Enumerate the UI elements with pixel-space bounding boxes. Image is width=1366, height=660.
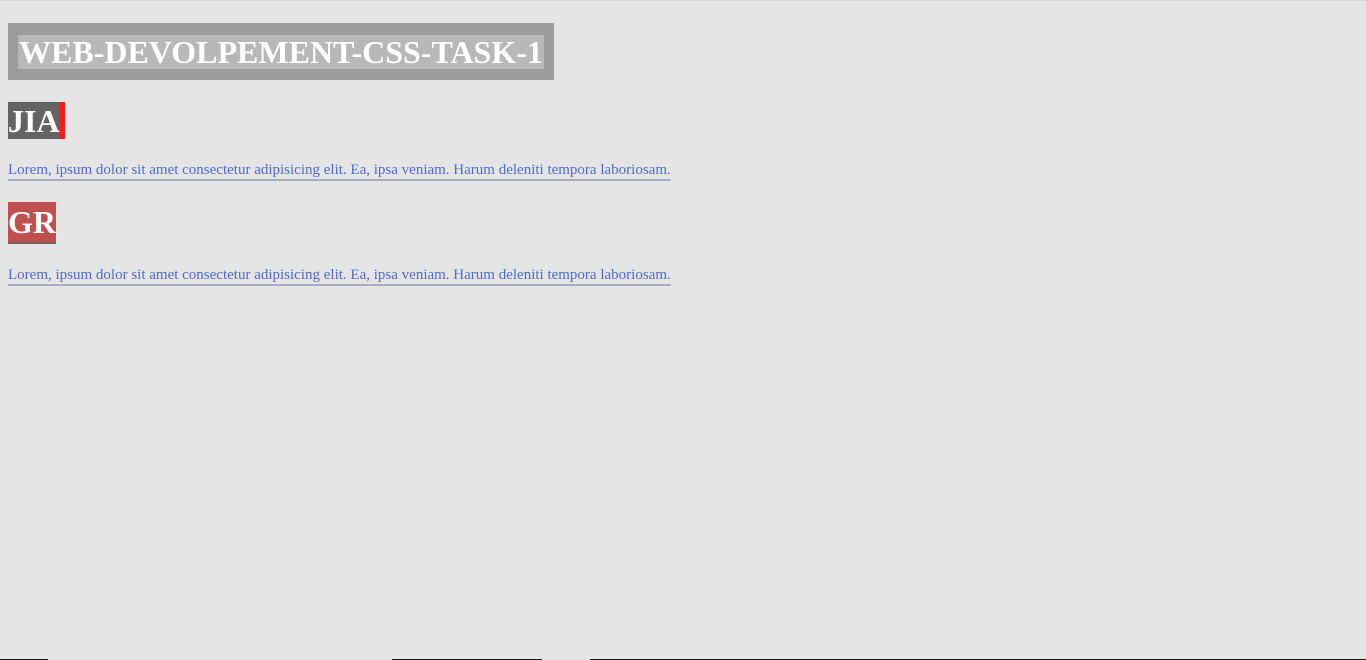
section-text-link-gr[interactable]: Lorem, ipsum dolor sit amet consectetur … — [8, 266, 671, 286]
section-text-link-jia[interactable]: Lorem, ipsum dolor sit amet consectetur … — [8, 161, 671, 181]
section-heading-gr: GR — [8, 202, 56, 244]
page-title: WEB-DEVOLPEMENT-CSS-TASK-1 — [18, 33, 544, 70]
section-heading-jia: JIA — [8, 102, 65, 139]
page-title-box: WEB-DEVOLPEMENT-CSS-TASK-1 — [8, 23, 554, 80]
